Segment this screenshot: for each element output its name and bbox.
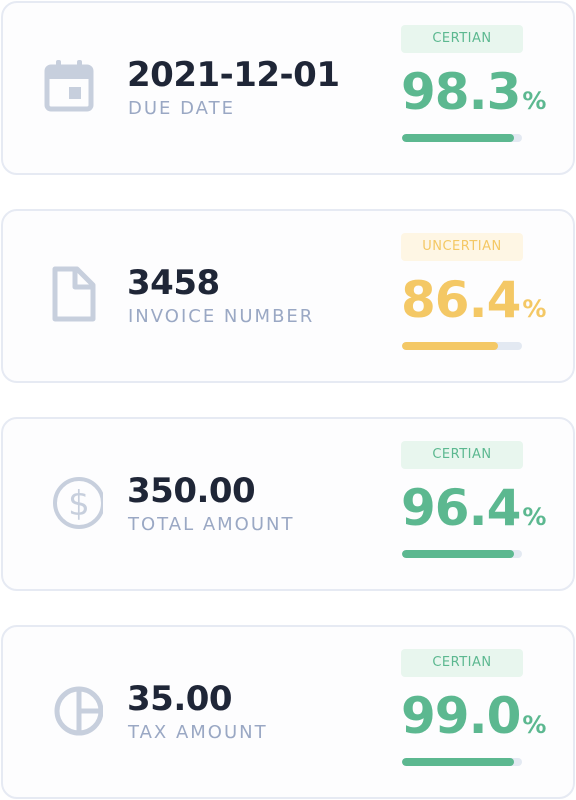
percent-sign: % bbox=[522, 711, 547, 739]
percent-sign: % bbox=[522, 503, 547, 531]
field-value: 2021-12-01 bbox=[127, 55, 340, 95]
confidence-bar bbox=[402, 134, 522, 142]
confidence-bar-fill bbox=[402, 342, 498, 350]
field-value: 35.00 bbox=[127, 679, 233, 719]
status-badge: CERTIAN bbox=[401, 25, 523, 53]
field-label: TOTAL AMOUNT bbox=[128, 514, 295, 535]
percent-sign: % bbox=[522, 295, 547, 323]
svg-text:$: $ bbox=[68, 484, 90, 524]
field-value: 350.00 bbox=[127, 471, 256, 511]
confidence-bar bbox=[402, 342, 522, 350]
calendar-icon bbox=[43, 57, 103, 117]
status-badge: CERTIAN bbox=[401, 441, 523, 469]
field-card-total-amount: $ 350.00 TOTAL AMOUNT CERTIAN 96.4% bbox=[1, 417, 575, 591]
dollar-circle-icon: $ bbox=[43, 473, 105, 533]
field-card-due-date: 2021-12-01 DUE DATE CERTIAN 98.3% bbox=[1, 1, 575, 175]
field-card-invoice-number: 3458 INVOICE NUMBER UNCERTIAN 86.4% bbox=[1, 209, 575, 383]
confidence-value: 96.4 bbox=[401, 479, 521, 537]
confidence-percent: 96.4% bbox=[401, 479, 546, 537]
confidence-bar-fill bbox=[402, 550, 514, 558]
field-label: DUE DATE bbox=[128, 98, 235, 119]
confidence-bar bbox=[402, 550, 522, 558]
field-label: TAX AMOUNT bbox=[128, 722, 268, 743]
confidence-percent: 98.3% bbox=[401, 63, 546, 121]
confidence-value: 98.3 bbox=[401, 63, 521, 121]
status-badge: UNCERTIAN bbox=[401, 233, 523, 261]
confidence-value: 86.4 bbox=[401, 271, 521, 329]
confidence-bar-fill bbox=[402, 758, 514, 766]
percent-sign: % bbox=[522, 87, 547, 115]
pie-chart-icon bbox=[43, 681, 104, 741]
confidence-percent: 86.4% bbox=[401, 271, 546, 329]
status-badge: CERTIAN bbox=[401, 649, 523, 677]
confidence-bar bbox=[402, 758, 522, 766]
confidence-value: 99.0 bbox=[401, 687, 521, 745]
confidence-percent: 99.0% bbox=[401, 687, 546, 745]
field-card-tax-amount: 35.00 TAX AMOUNT CERTIAN 99.0% bbox=[1, 625, 575, 799]
field-value: 3458 bbox=[127, 263, 220, 303]
confidence-bar-fill bbox=[402, 134, 514, 142]
document-icon bbox=[43, 265, 103, 325]
field-label: INVOICE NUMBER bbox=[128, 306, 315, 327]
